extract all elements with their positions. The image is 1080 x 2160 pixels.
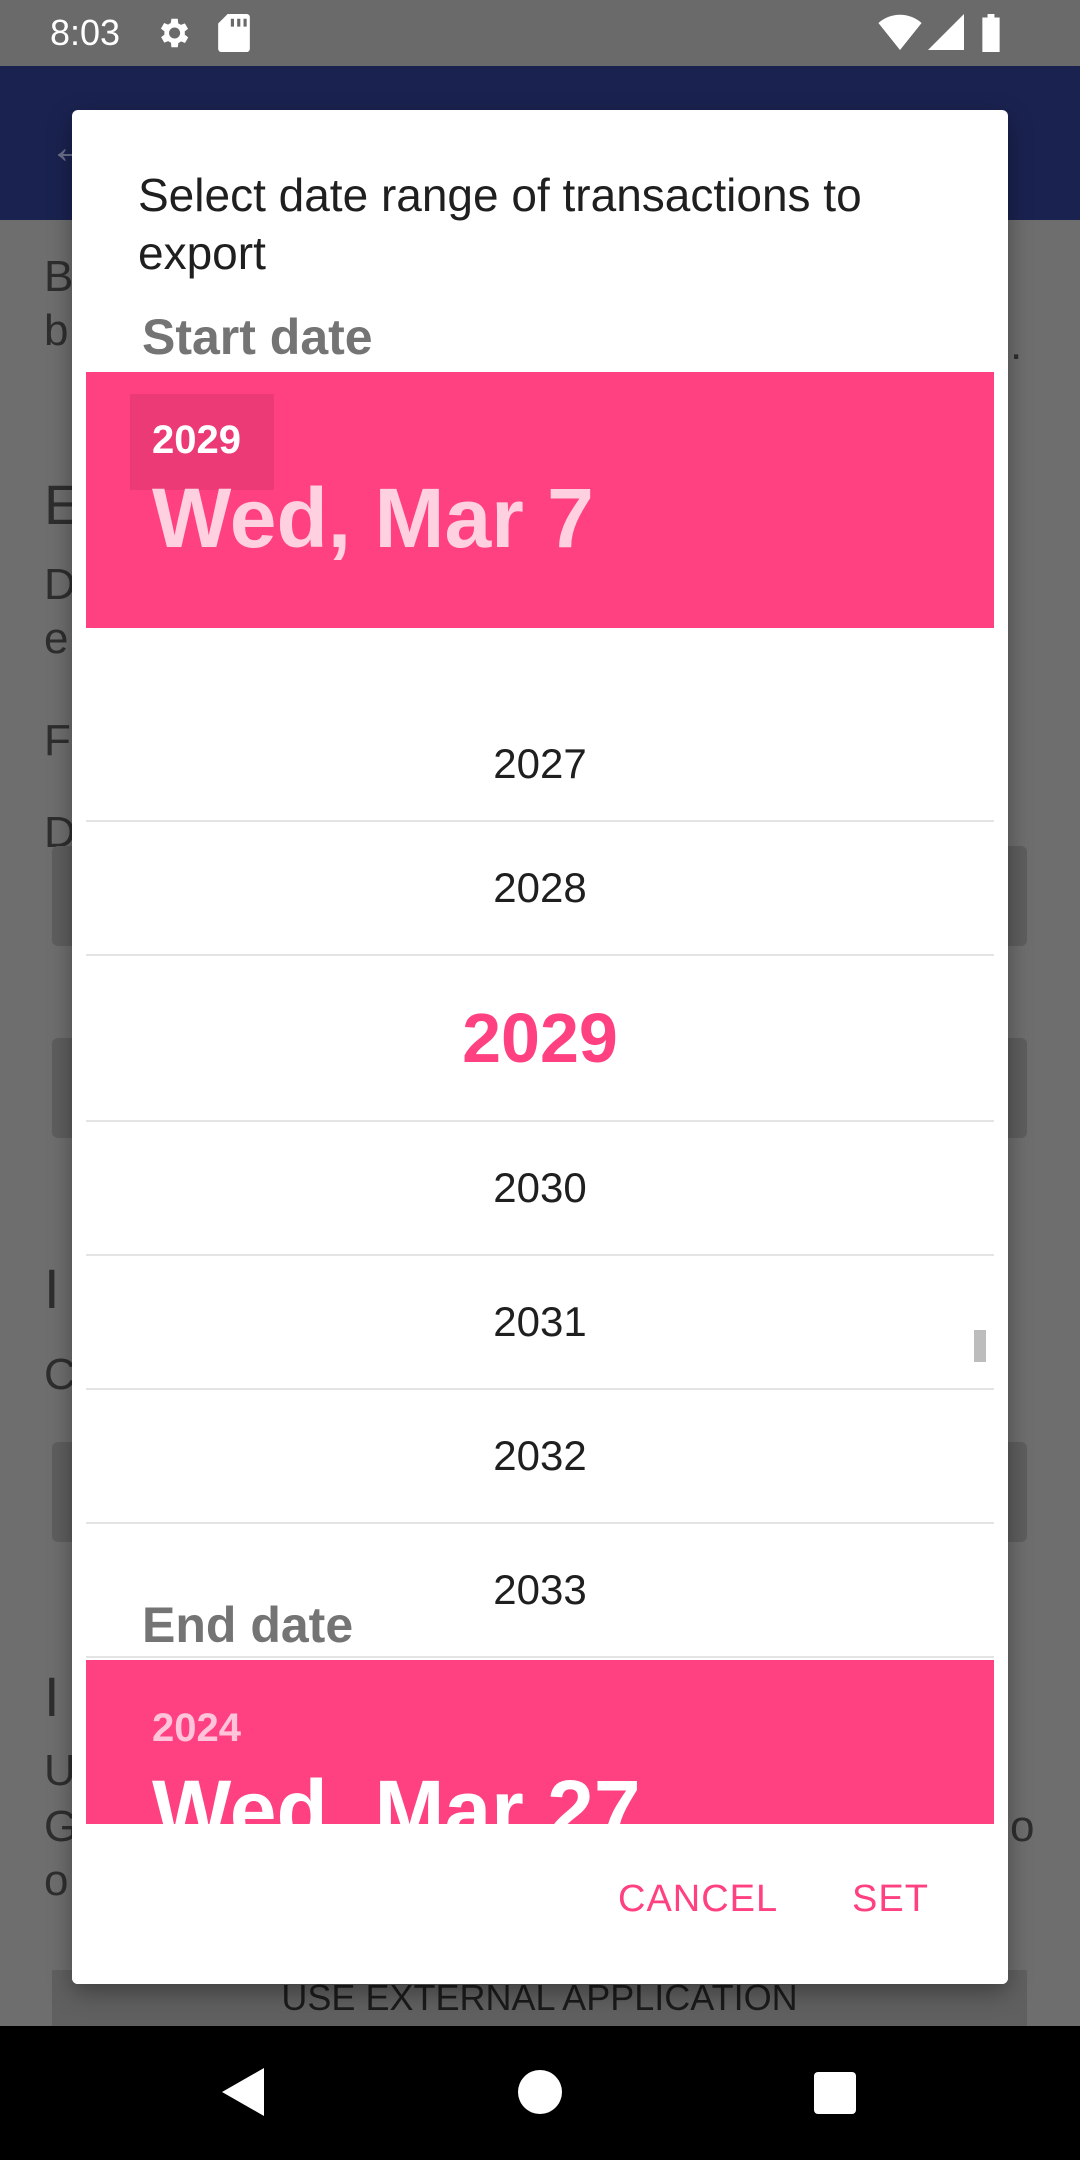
- year-list-scrollbar[interactable]: [974, 1330, 986, 1362]
- navigation-bar: [0, 2026, 1080, 2160]
- date-range-dialog: Select date range of transactions to exp…: [72, 110, 1008, 1984]
- bg-text: C: [44, 1350, 76, 1399]
- set-button[interactable]: SET: [852, 1878, 929, 1921]
- year-picker-list[interactable]: 2027 2028 2029 2030 2031 2032 2033: [86, 738, 994, 1664]
- year-item-2031[interactable]: 2031: [86, 1256, 994, 1390]
- year-item-2029-selected[interactable]: 2029: [86, 956, 994, 1122]
- year-item-2027[interactable]: 2027: [86, 738, 994, 822]
- end-year[interactable]: 2024: [152, 1706, 241, 1751]
- sd-card-icon: [218, 14, 250, 57]
- status-bar: 8:03: [0, 0, 1080, 66]
- cancel-button[interactable]: CANCEL: [618, 1878, 778, 1921]
- end-date-display[interactable]: Wed, Mar 27: [152, 1762, 641, 1824]
- bg-text: o: [44, 1856, 69, 1905]
- bg-text: U: [44, 1746, 76, 1795]
- recents-nav-icon[interactable]: [814, 2072, 856, 2119]
- start-date-display[interactable]: Wed, Mar 7: [152, 470, 594, 567]
- dialog-actions: CANCEL SET: [72, 1828, 1008, 1984]
- bg-text: e: [44, 614, 69, 663]
- end-date-label: End date: [142, 1597, 354, 1653]
- end-date-header: 2024 Wed, Mar 27: [86, 1660, 994, 1824]
- start-date-label: Start date: [142, 309, 373, 365]
- year-item-2030[interactable]: 2030: [86, 1122, 994, 1256]
- start-year[interactable]: 2029: [152, 418, 241, 463]
- dialog-title: Select date range of transactions to exp…: [138, 169, 862, 279]
- wifi-icon: [878, 14, 922, 55]
- settings-icon: [154, 14, 192, 57]
- signal-icon: [928, 14, 964, 55]
- battery-icon: [980, 14, 1002, 57]
- bg-heading: I: [44, 1257, 60, 1320]
- bg-text: B: [44, 252, 74, 301]
- back-nav-icon[interactable]: [222, 2068, 264, 2121]
- bg-text: F: [44, 716, 71, 765]
- bg-text: b: [44, 306, 69, 355]
- bg-text: .: [1010, 320, 1023, 369]
- bg-text: D: [44, 560, 76, 609]
- bg-text: o: [1010, 1802, 1035, 1851]
- dialog-scroll-area[interactable]: Start date 2029 Wed, Mar 7 2027 2028 202…: [72, 304, 1008, 1824]
- year-item-2032[interactable]: 2032: [86, 1390, 994, 1524]
- home-nav-icon[interactable]: [518, 2070, 562, 2119]
- bg-heading: I: [44, 1665, 60, 1728]
- start-date-header: 2029 Wed, Mar 7: [86, 372, 994, 628]
- status-time: 8:03: [50, 12, 121, 53]
- year-item-2028[interactable]: 2028: [86, 822, 994, 956]
